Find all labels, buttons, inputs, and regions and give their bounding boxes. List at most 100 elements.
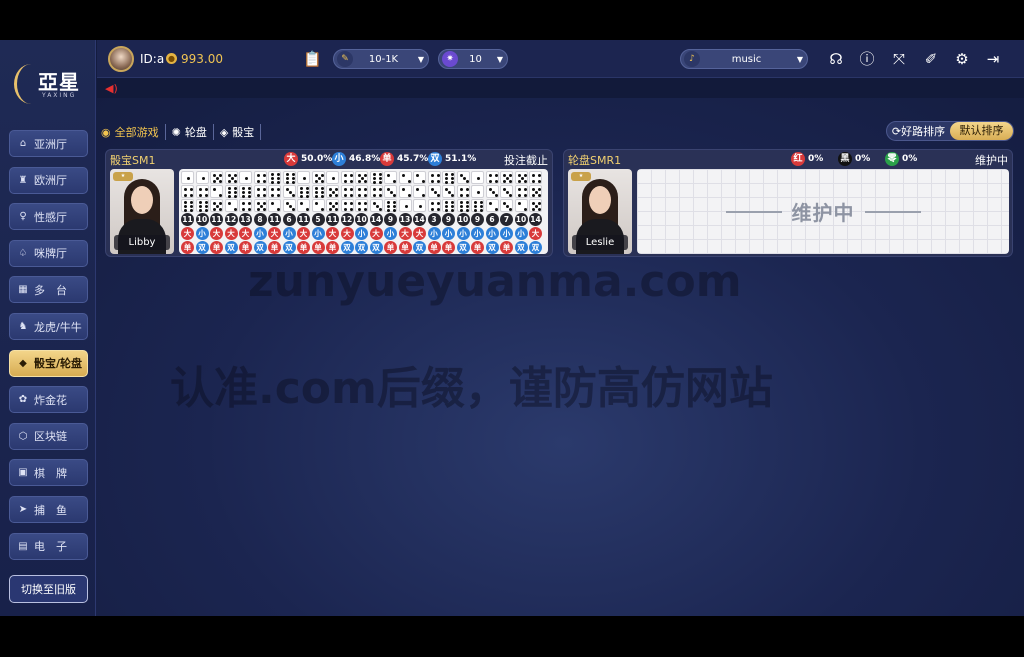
die-face bbox=[239, 199, 252, 212]
chip-select[interactable]: ✷ 10 ▼ bbox=[438, 49, 508, 69]
road-totals-bead: 14 bbox=[413, 213, 426, 226]
stat-item: 小 46.8% bbox=[332, 152, 380, 166]
stat-value: 0% bbox=[855, 154, 871, 164]
sort-default[interactable]: 默认排序 bbox=[950, 122, 1013, 140]
music-select[interactable]: ♪ music ▼ bbox=[680, 49, 808, 69]
road-parity-bead: 单 bbox=[384, 241, 397, 254]
die-face bbox=[471, 199, 484, 212]
road-totals-bead: 12 bbox=[224, 213, 238, 226]
logout-icon[interactable]: ⇥ bbox=[984, 50, 1002, 68]
limit-icon: ✎ bbox=[337, 51, 353, 67]
die-face bbox=[195, 171, 209, 184]
divider bbox=[864, 210, 921, 213]
road-parity-bead: 双 bbox=[514, 241, 528, 254]
road-totals-bead: 7 bbox=[500, 213, 513, 226]
info-icon[interactable]: ⓘ bbox=[858, 50, 876, 68]
chevron-down-icon: ▼ bbox=[796, 54, 804, 64]
dealer-photo: ★ Libby bbox=[110, 169, 174, 254]
sidebar-item-8[interactable]: ⬡ 区块链 bbox=[9, 422, 88, 450]
switch-old-version-button[interactable]: 切换至旧版 bbox=[9, 575, 88, 603]
sidebar-item-10[interactable]: ➤ 捕 鱼 bbox=[9, 496, 88, 523]
road-totals-bead: 11 bbox=[297, 213, 310, 226]
die-face bbox=[514, 185, 528, 198]
filter-1[interactable]: ✺ 轮盘 bbox=[166, 124, 214, 140]
chip-value: 10 bbox=[469, 53, 482, 65]
die-face bbox=[210, 171, 223, 184]
die-face bbox=[355, 185, 368, 198]
road-parity-bead: 双 bbox=[253, 241, 267, 254]
road-totals-bead: 6 bbox=[485, 213, 499, 226]
sidebar-item-11[interactable]: ▤ 电 子 bbox=[9, 532, 88, 560]
road-totals-bead: 10 bbox=[456, 213, 470, 226]
sidebar-item-3[interactable]: ♤ 咪牌厅 bbox=[9, 239, 88, 267]
maintenance-overlay: 维护中 bbox=[637, 169, 1009, 254]
user-avatar[interactable] bbox=[108, 46, 134, 72]
sidebar: 亞星 YAXING ⌂ 亚洲厅 ♜ 欧洲厅 ♀ 性感厅 ♤ 咪牌厅 ▦ 多 台 ♞ 龙虎/牛牛 ◆ 骰宝/… bbox=[0, 40, 96, 616]
logo-subtext: YAXING bbox=[42, 92, 77, 99]
table-card-roulette[interactable]: 轮盘SMR1 红 0% 黑 0% 零 0% 维护中 ★ Leslie 维护中 bbox=[563, 149, 1013, 257]
fullscreen-icon[interactable]: ⤧ bbox=[890, 50, 908, 68]
sidebar-item-6[interactable]: ◆ 骰宝/轮盘 bbox=[9, 349, 88, 377]
die-face bbox=[268, 185, 281, 198]
die-face bbox=[224, 199, 238, 212]
road-totals-bead: 10 bbox=[514, 213, 528, 226]
stat-item: 红 0% bbox=[791, 152, 823, 166]
sort-good-road[interactable]: ⟳好路排序 bbox=[887, 123, 950, 139]
road-totals-bead: 9 bbox=[471, 213, 484, 226]
road-parity-bead: 双 bbox=[529, 241, 542, 254]
die-face bbox=[514, 199, 528, 212]
sidebar-item-label: 炸金花 bbox=[34, 393, 67, 407]
filter-label: 全部游戏 bbox=[114, 126, 159, 139]
die-face bbox=[355, 171, 368, 184]
edit-icon[interactable]: ✐ bbox=[922, 50, 940, 68]
die-face bbox=[340, 199, 354, 212]
road-totals-bead: 14 bbox=[369, 213, 383, 226]
limit-value: 10-1K bbox=[368, 53, 399, 65]
die-face bbox=[485, 185, 499, 198]
table-status: 维护中 bbox=[975, 154, 1008, 167]
roulette-icon: ✺ bbox=[171, 125, 181, 139]
clipboard-icon[interactable]: 📋 bbox=[303, 50, 322, 68]
gear-icon[interactable]: ⚙ bbox=[953, 50, 971, 68]
sidebar-item-7[interactable]: ✿ 炸金花 bbox=[9, 386, 88, 414]
logo-text: 亞星 bbox=[38, 70, 80, 94]
sidebar-item-5[interactable]: ♞ 龙虎/牛牛 bbox=[9, 313, 88, 340]
table-card-sicbo[interactable]: 骰宝SM1 大 50.0% 小 46.8% 单 45.7% 双 51.1% 投注截止 ★ Li… bbox=[105, 149, 553, 257]
die-face bbox=[326, 199, 339, 212]
dice-icon: ◆ bbox=[19, 357, 27, 369]
sidebar-item-9[interactable]: ▣ 棋 牌 bbox=[9, 459, 88, 487]
filter-2[interactable]: ◈ 骰宝 bbox=[214, 124, 262, 140]
die-face bbox=[398, 171, 412, 184]
die-face bbox=[413, 199, 426, 212]
sidebar-item-1[interactable]: ♜ 欧洲厅 bbox=[9, 166, 88, 194]
slot-icon: ▤ bbox=[18, 540, 28, 552]
road-parity-bead: 单 bbox=[398, 241, 412, 254]
die-face bbox=[398, 185, 412, 198]
die-face bbox=[253, 185, 267, 198]
sidebar-item-4[interactable]: ▦ 多 台 bbox=[9, 276, 88, 304]
road-totals-bead: 13 bbox=[398, 213, 412, 226]
die-face bbox=[442, 199, 455, 212]
refresh-icon: ⟳ bbox=[891, 125, 902, 138]
road-parity-bead: 双 bbox=[224, 241, 238, 254]
stat-item: 双 51.1% bbox=[428, 152, 476, 166]
filter-0[interactable]: ◉ 全部游戏 bbox=[101, 124, 166, 140]
sidebar-item-label: 欧洲厅 bbox=[34, 174, 67, 188]
maintenance-text: 维护中 bbox=[791, 201, 855, 225]
customer-service-icon[interactable]: ☊ bbox=[827, 50, 845, 68]
road-parity-bead: 单 bbox=[297, 241, 310, 254]
road-size-bead: 小 bbox=[384, 227, 397, 240]
die-face bbox=[239, 185, 252, 198]
speaker-icon[interactable]: ◀) bbox=[105, 82, 118, 95]
die-face bbox=[355, 199, 368, 212]
sidebar-item-0[interactable]: ⌂ 亚洲厅 bbox=[9, 130, 88, 157]
lady-icon: ♀ bbox=[19, 211, 27, 223]
die-face bbox=[529, 171, 542, 184]
die-face bbox=[181, 171, 194, 184]
limit-select[interactable]: ✎ 10-1K ▼ bbox=[333, 49, 429, 69]
road-size-bead: 小 bbox=[355, 227, 368, 240]
sidebar-item-2[interactable]: ♀ 性感厅 bbox=[9, 203, 88, 231]
game-filter-bar: ◉ 全部游戏 ✺ 轮盘 ◈ 骰宝 bbox=[101, 124, 262, 140]
die-face bbox=[311, 171, 325, 184]
die-face bbox=[398, 199, 412, 212]
